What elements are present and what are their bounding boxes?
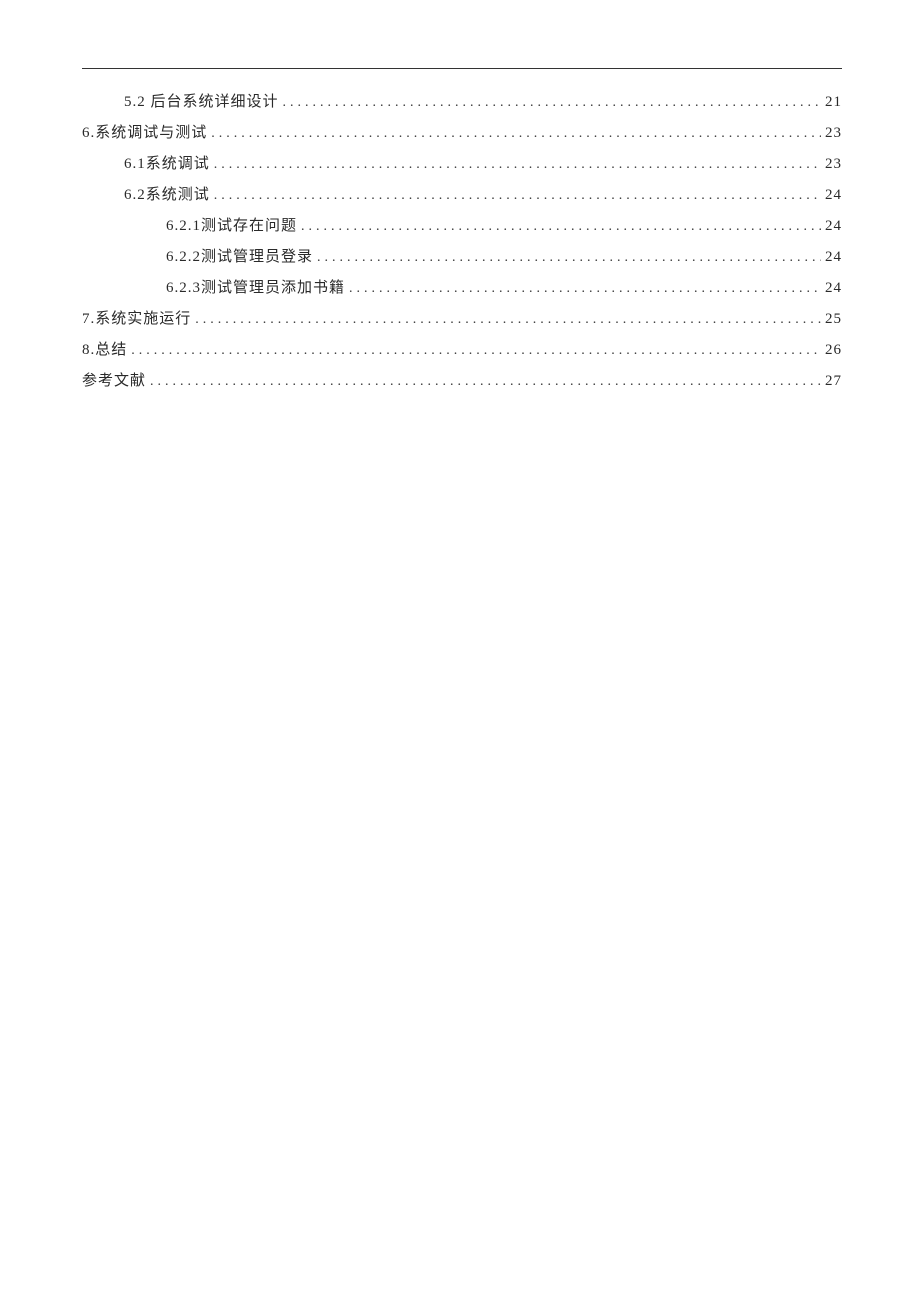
toc-leader-dots <box>317 244 821 272</box>
toc-page-number: 23 <box>825 118 842 148</box>
toc-leader-dots <box>195 306 821 334</box>
toc-entry: 6.系统调试与测试 23 <box>82 118 842 148</box>
toc-page-number: 25 <box>825 304 842 334</box>
toc-page-number: 27 <box>825 366 842 396</box>
toc-page-number: 24 <box>825 211 842 241</box>
document-page: 5.2 后台系统详细设计 21 6.系统调试与测试 23 6.1系统调试 23 … <box>0 0 920 457</box>
toc-entry: 参考文献 27 <box>82 366 842 396</box>
toc-page-number: 23 <box>825 149 842 179</box>
toc-leader-dots <box>150 368 821 396</box>
toc-entry: 5.2 后台系统详细设计 21 <box>82 87 842 117</box>
toc-label: 参考文献 <box>82 366 146 396</box>
toc-entry: 6.2.2测试管理员登录 24 <box>82 242 842 272</box>
toc-label: 6.2.1测试存在问题 <box>166 211 297 241</box>
toc-leader-dots <box>131 337 821 365</box>
toc-label: 7.系统实施运行 <box>82 304 191 334</box>
toc-leader-dots <box>283 89 821 117</box>
toc-page-number: 24 <box>825 273 842 303</box>
toc-page-number: 24 <box>825 180 842 210</box>
toc-leader-dots <box>214 151 821 179</box>
toc-label: 6.2系统测试 <box>124 180 210 210</box>
toc-entry: 6.2.1测试存在问题 24 <box>82 211 842 241</box>
toc-label: 8.总结 <box>82 335 127 365</box>
toc-leader-dots <box>211 120 821 148</box>
table-of-contents: 5.2 后台系统详细设计 21 6.系统调试与测试 23 6.1系统调试 23 … <box>82 87 842 396</box>
toc-entry: 6.2系统测试 24 <box>82 180 842 210</box>
toc-leader-dots <box>349 275 821 303</box>
toc-entry: 6.1系统调试 23 <box>82 149 842 179</box>
toc-label: 6.1系统调试 <box>124 149 210 179</box>
toc-label: 5.2 后台系统详细设计 <box>124 87 279 117</box>
toc-page-number: 24 <box>825 242 842 272</box>
toc-label: 6.系统调试与测试 <box>82 118 207 148</box>
header-rule <box>82 68 842 69</box>
toc-label: 6.2.2测试管理员登录 <box>166 242 313 272</box>
toc-leader-dots <box>301 213 821 241</box>
toc-page-number: 21 <box>825 87 842 117</box>
toc-entry: 7.系统实施运行 25 <box>82 304 842 334</box>
toc-leader-dots <box>214 182 821 210</box>
toc-label: 6.2.3测试管理员添加书籍 <box>166 273 345 303</box>
toc-entry: 8.总结 26 <box>82 335 842 365</box>
toc-page-number: 26 <box>825 335 842 365</box>
toc-entry: 6.2.3测试管理员添加书籍 24 <box>82 273 842 303</box>
